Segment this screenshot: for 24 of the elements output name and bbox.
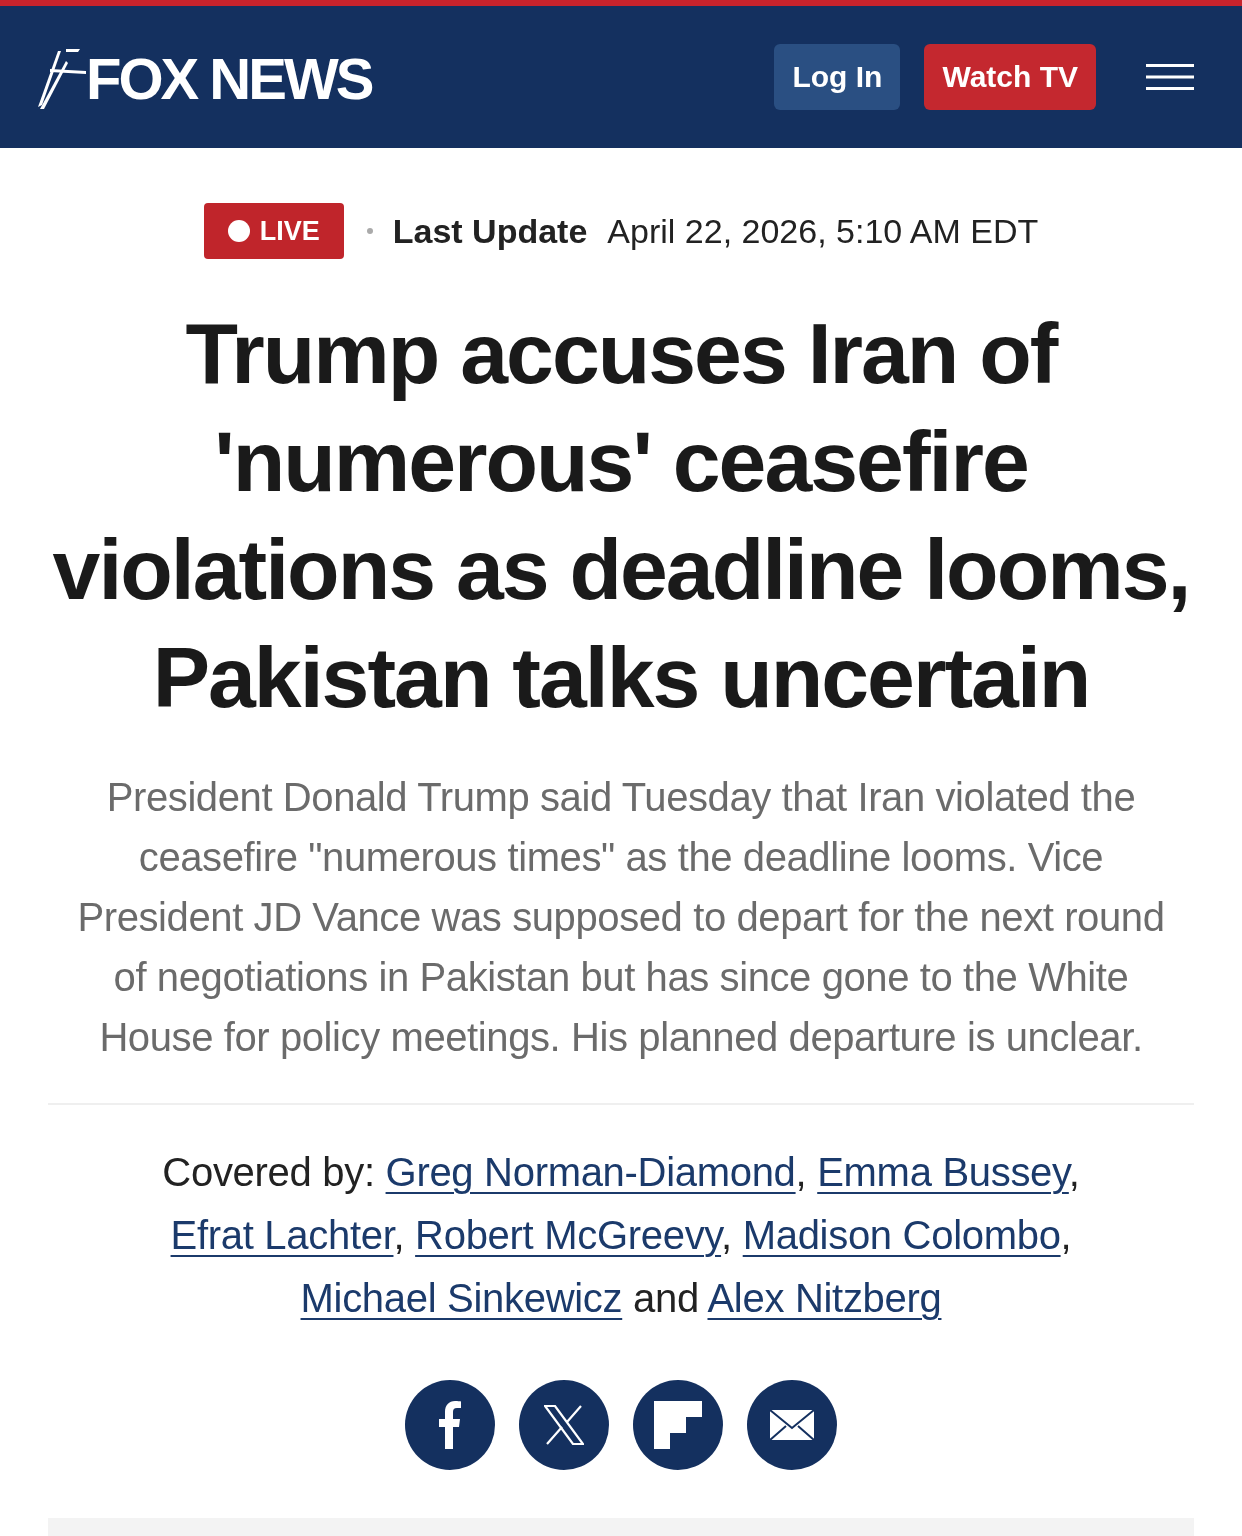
author-link[interactable]: Madison Colombo <box>742 1213 1061 1257</box>
flipboard-icon <box>654 1401 702 1449</box>
log-in-button[interactable]: Log In <box>774 44 901 110</box>
article-summary: President Donald Trump said Tuesday that Iran violated the ceasefire "numerous times" as the deadline looms. Vice President JD Vance was supposed to depart for the next round of negotiations in Pakistan but has since gone to the White House for policy meetings. His planned departure is unclear. <box>76 774 1166 1061</box>
article-headline: Trump accuses Iran of 'numerous' ceasefire violations as deadline looms, Pakistan talks uncertain <box>51 304 1191 727</box>
author-link[interactable]: Alex Nitzberg <box>707 1276 942 1320</box>
author-link[interactable]: Efrat Lachter <box>170 1213 394 1257</box>
author-link[interactable]: Michael Sinkewicz <box>300 1276 623 1320</box>
last-update-label: Last Update <box>392 211 588 251</box>
x-logo-icon <box>544 1405 584 1445</box>
facebook-icon <box>439 1401 461 1449</box>
update-timestamp: April 22, 2026, 5:10 AM EDT <box>607 211 1039 251</box>
logo-link[interactable]: FOX NEWS <box>36 43 372 111</box>
live-dot-icon <box>227 220 250 242</box>
separator-dot-icon <box>366 228 373 234</box>
spotlight-beam-icon <box>36 47 88 111</box>
author-link[interactable]: Greg Norman-Diamond <box>385 1150 796 1194</box>
byline-text: Covered by: Greg Norman-Diamond, Emma Bussey, Efrat Lachter, Robert McGreevy, Madison Colombo, Michael Sinkewicz and Alex Nitzberg <box>161 1149 1081 1322</box>
author-link[interactable]: Robert McGreevy <box>415 1213 722 1257</box>
watch-tv-button[interactable]: Watch TV <box>924 44 1096 110</box>
live-badge: LIVE <box>203 203 344 259</box>
author-link[interactable]: Emma Bussey <box>817 1150 1069 1194</box>
menu-icon[interactable] <box>1146 63 1194 91</box>
envelope-icon <box>769 1409 815 1441</box>
